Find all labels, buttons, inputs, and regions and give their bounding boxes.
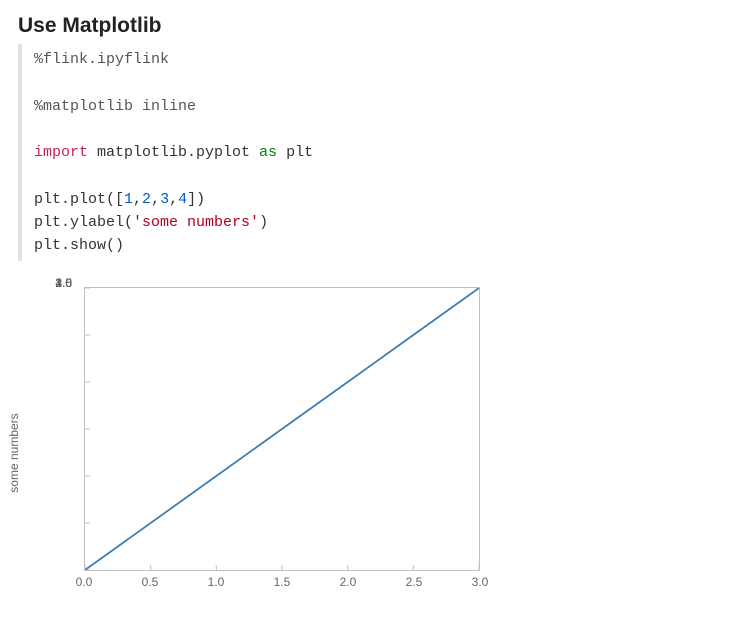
y-tick: 1.0 <box>55 276 72 290</box>
x-tick: 0.5 <box>142 575 159 589</box>
code-line: %matplotlib inline <box>34 98 196 115</box>
chart-plot-area <box>84 287 480 571</box>
code-token: ]) <box>187 191 205 208</box>
code-token: , <box>133 191 142 208</box>
x-tick: 1.0 <box>208 575 225 589</box>
code-line: %flink.ipyflink <box>34 51 169 68</box>
chart-ylabel: some numbers <box>7 413 21 492</box>
chart-y-ticks: 4.0 3.5 3.0 2.5 2.0 1.5 1.0 <box>38 283 78 573</box>
x-tick: 1.5 <box>274 575 291 589</box>
section-heading: Use Matplotlib <box>18 14 732 38</box>
code-token: matplotlib.pyplot <box>88 144 259 161</box>
x-tick: 2.5 <box>406 575 423 589</box>
code-token-num: 1 <box>124 191 133 208</box>
code-token: plt <box>277 144 313 161</box>
code-token-num: 2 <box>142 191 151 208</box>
code-block: %flink.ipyflink %matplotlib inline impor… <box>18 44 732 261</box>
chart-x-ticks: 0.0 0.5 1.0 1.5 2.0 2.5 3.0 <box>84 575 480 595</box>
code-token: plt.ylabel( <box>34 214 133 231</box>
x-tick: 0.0 <box>76 575 93 589</box>
code-token-num: 4 <box>178 191 187 208</box>
x-tick: 3.0 <box>472 575 489 589</box>
code-token: , <box>151 191 160 208</box>
code-token: plt.plot([ <box>34 191 124 208</box>
x-tick: 2.0 <box>340 575 357 589</box>
code-token: ) <box>259 214 268 231</box>
code-token-num: 3 <box>160 191 169 208</box>
code-token-str: 'some numbers' <box>133 214 259 231</box>
code-token-as: as <box>259 144 277 161</box>
code-token: , <box>169 191 178 208</box>
code-token: plt.show() <box>34 237 124 254</box>
code-token-import: import <box>34 144 88 161</box>
chart: some numbers 4.0 3.5 3.0 2.5 2.0 1.5 1.0 <box>18 283 498 608</box>
chart-series-line <box>85 288 479 570</box>
